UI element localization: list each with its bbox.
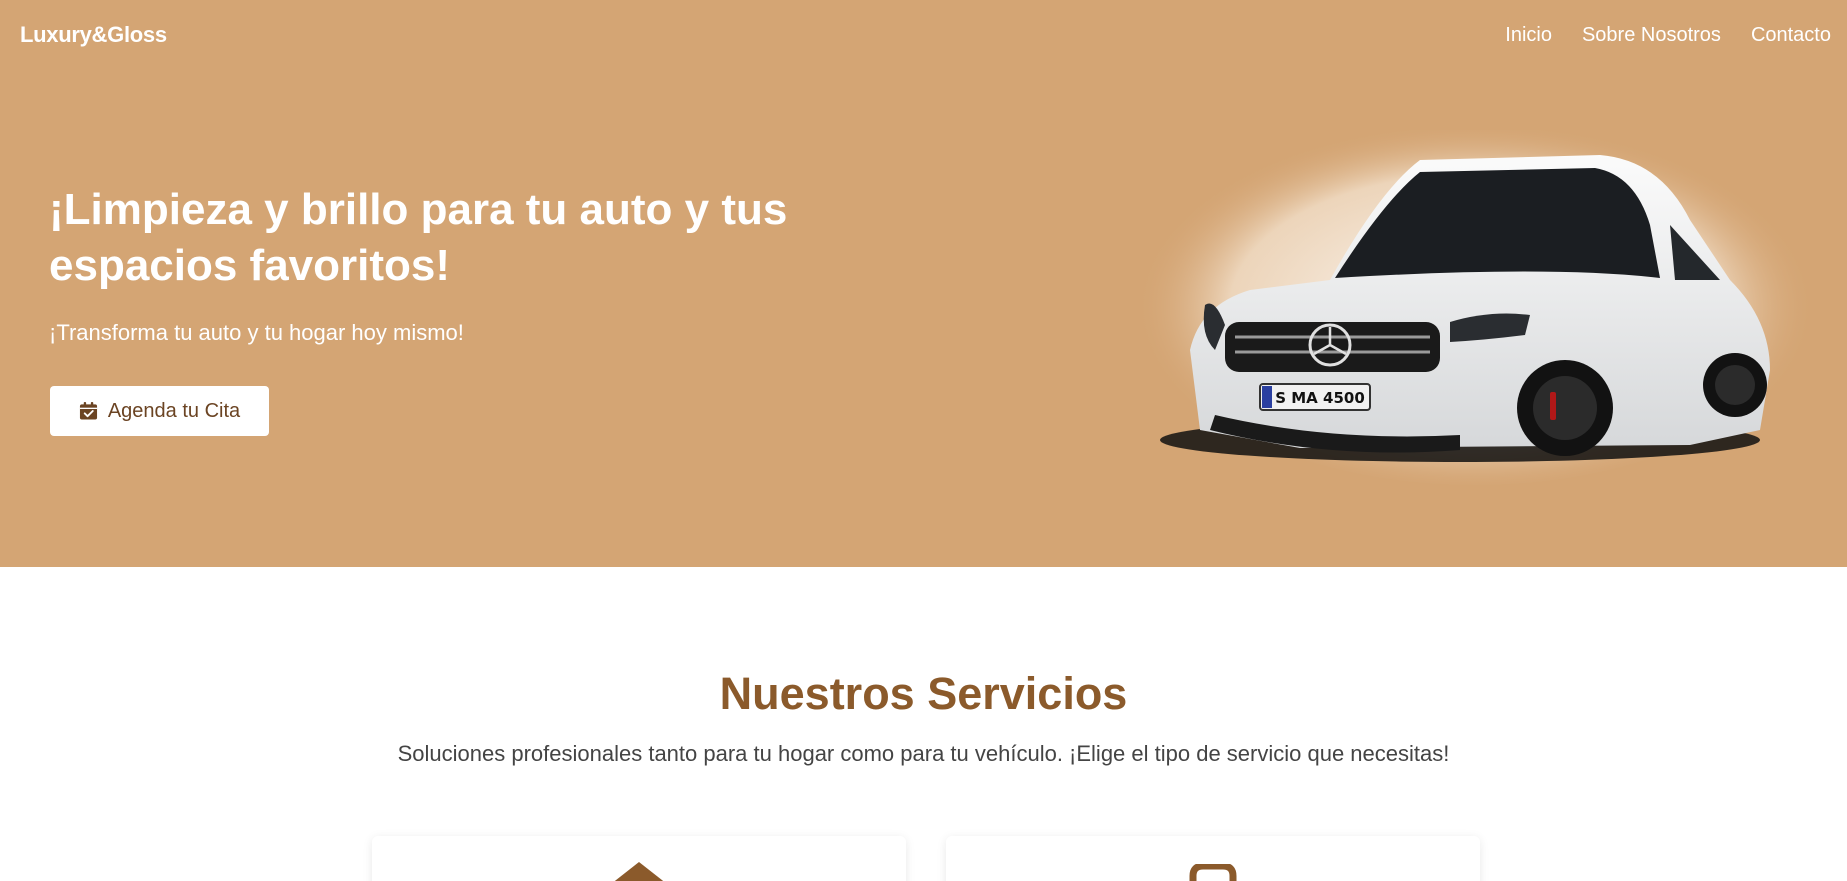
brand-logo[interactable]: Luxury&Gloss	[20, 22, 167, 48]
agenda-cita-button[interactable]: Agenda tu Cita	[50, 386, 269, 436]
license-plate: S MA 4500	[1275, 389, 1365, 407]
service-card-home[interactable]	[372, 836, 906, 881]
car-image: S MA 4500	[1135, 130, 1810, 485]
nav-link-inicio[interactable]: Inicio	[1505, 24, 1552, 47]
services-title: Nuestros Servicios	[719, 668, 1128, 719]
navbar: Luxury&Gloss Inicio Sobre Nosotros Conta…	[0, 0, 1847, 74]
agenda-cita-label: Agenda tu Cita	[107, 399, 241, 422]
calendar-check-icon	[79, 401, 97, 420]
nav-link-contacto[interactable]: Contacto	[1751, 24, 1831, 47]
car-icon	[1189, 864, 1237, 881]
service-card-car[interactable]	[946, 836, 1480, 881]
hero-section: Luxury&Gloss Inicio Sobre Nosotros Conta…	[0, 0, 1847, 567]
home-icon	[614, 862, 664, 881]
hero-title: ¡Limpieza y brillo para tu auto y tus es…	[49, 185, 788, 290]
nav-links: Inicio Sobre Nosotros Contacto	[1505, 24, 1831, 47]
nav-link-sobre-nosotros[interactable]: Sobre Nosotros	[1582, 24, 1721, 47]
hero-subtitle: ¡Transforma tu auto y tu hogar hoy mismo…	[49, 320, 464, 345]
services-subtitle: Soluciones profesionales tanto para tu h…	[397, 741, 1450, 766]
